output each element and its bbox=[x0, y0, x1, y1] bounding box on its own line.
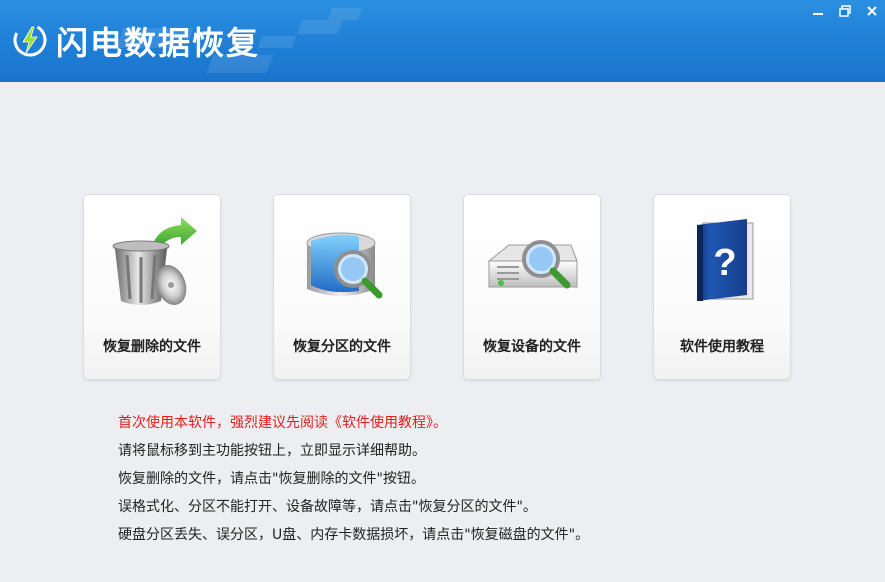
close-button[interactable] bbox=[858, 0, 885, 22]
feature-label: 恢复分区的文件 bbox=[293, 339, 391, 355]
help-line: 误格式化、分区不能打开、设备故障等，请点击"恢复分区的文件"。 bbox=[118, 499, 537, 515]
title-bar[interactable]: 闪电数据恢复 bbox=[0, 0, 885, 82]
lightning-logo-icon bbox=[13, 23, 47, 57]
feature-label: 软件使用教程 bbox=[680, 339, 764, 355]
help-book-icon: ? bbox=[697, 219, 754, 301]
restore-button[interactable] bbox=[831, 0, 858, 22]
svg-text:?: ? bbox=[713, 242, 736, 284]
help-line: 恢复删除的文件，请点击"恢复删除的文件"按钮。 bbox=[118, 471, 425, 487]
recover-partition-files-button[interactable]: 恢复分区的文件 bbox=[273, 194, 411, 380]
feature-label: 恢复设备的文件 bbox=[483, 339, 581, 355]
feature-label: 恢复删除的文件 bbox=[103, 339, 201, 355]
app-title: 闪电数据恢复 bbox=[56, 24, 261, 62]
restore-icon bbox=[838, 5, 851, 17]
main-content: 恢复删除的文件 恢复分区的文件 恢复设备的文件 ? 软件使用教程 首次使用本软件… bbox=[0, 82, 885, 582]
window-controls bbox=[804, 0, 885, 22]
trash-restore-icon bbox=[112, 217, 197, 305]
help-text: 首次使用本软件，强烈建议先阅读《软件使用教程》。 请将鼠标移到主功能按钮上，立即… bbox=[118, 409, 798, 549]
minimize-icon bbox=[812, 13, 823, 15]
software-tutorial-button[interactable]: ? 软件使用教程 bbox=[653, 194, 791, 380]
tutorial-warning: 首次使用本软件，强烈建议先阅读《软件使用教程》。 bbox=[118, 415, 447, 431]
recover-deleted-files-button[interactable]: 恢复删除的文件 bbox=[83, 194, 221, 380]
help-line: 请将鼠标移到主功能按钮上，立即显示详细帮助。 bbox=[118, 443, 426, 459]
recover-device-files-button[interactable]: 恢复设备的文件 bbox=[463, 194, 601, 380]
device-search-icon bbox=[487, 240, 578, 289]
close-icon bbox=[866, 6, 877, 16]
minimize-button[interactable] bbox=[804, 0, 831, 22]
disk-search-icon bbox=[306, 232, 383, 299]
help-line: 硬盘分区丢失、误分区，U盘、内存卡数据损坏，请点击"恢复磁盘的文件"。 bbox=[118, 527, 590, 543]
feature-buttons: 恢复删除的文件 恢复分区的文件 恢复设备的文件 ? 软件使用教程 bbox=[83, 194, 793, 380]
